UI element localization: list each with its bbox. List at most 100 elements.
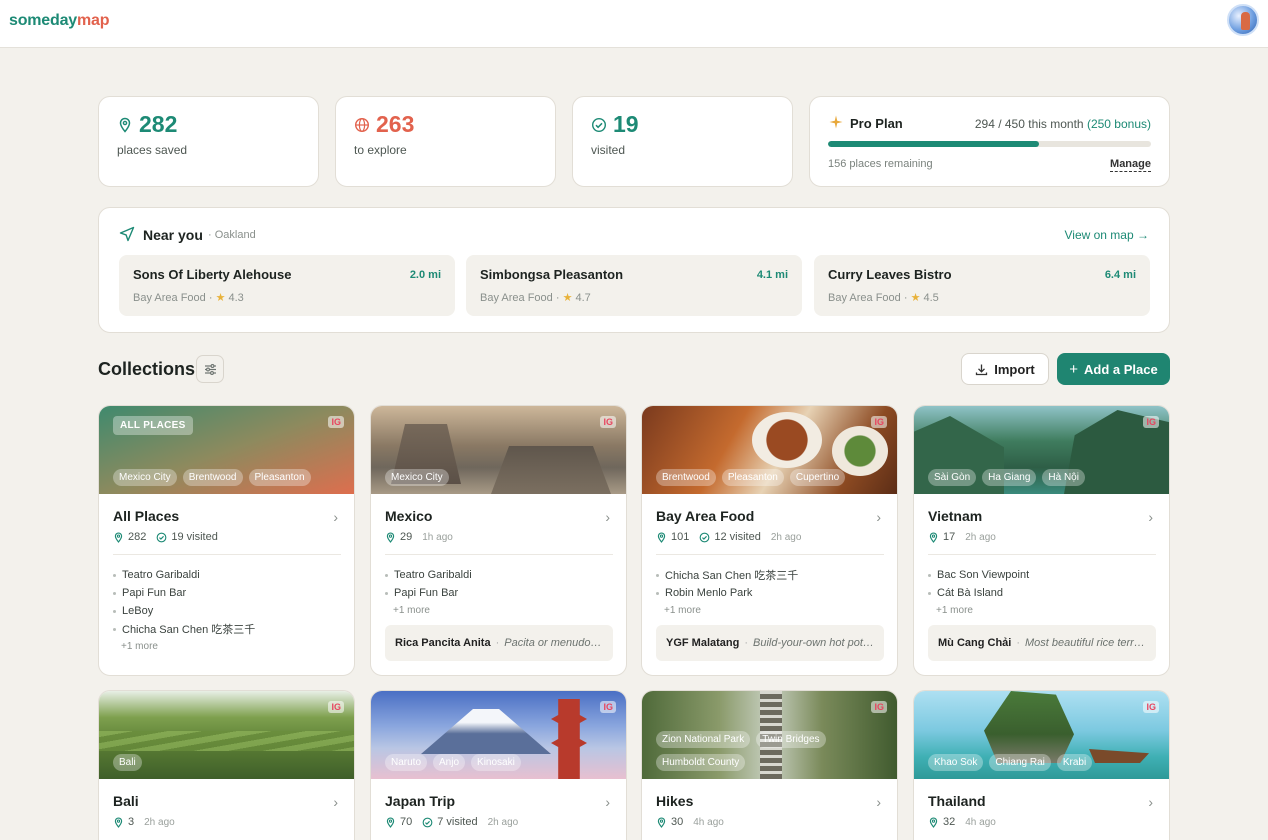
location-tag: Zion National Park xyxy=(656,731,751,748)
map-pin-icon xyxy=(386,531,395,543)
manage-plan-link[interactable]: Manage xyxy=(1110,158,1151,172)
chevron-right-icon: › xyxy=(876,509,881,525)
more-places-link[interactable]: +1 more xyxy=(936,605,973,616)
location-tags: Mexico City xyxy=(385,469,615,486)
place-note[interactable]: Rica Pancita Anita·Pacita or menudo - s.… xyxy=(385,625,613,661)
add-place-button[interactable]: + Add a Place xyxy=(1057,353,1170,385)
collection-count: 282 xyxy=(128,531,147,543)
instagram-badge: IG xyxy=(1143,416,1159,428)
place-list: Chicha San Chen 吃茶三千 Robin Menlo Park xyxy=(656,566,798,602)
place-list-item[interactable]: LeBoy xyxy=(113,602,255,620)
place-list-item[interactable]: Robin Menlo Park xyxy=(656,584,798,602)
collection-cover: IG Mexico City xyxy=(371,406,626,494)
collection-title: Bay Area Food xyxy=(656,508,755,524)
near-you-city: · Oakland xyxy=(208,229,256,241)
note-place: YGF Malatang xyxy=(666,637,740,649)
collection-count: 17 xyxy=(943,531,956,543)
collection-title: Vietnam xyxy=(928,508,983,524)
instagram-badge: IG xyxy=(1143,701,1159,713)
collection-card-bali[interactable]: IG Bali Bali › 3 2h ago xyxy=(98,690,355,840)
collection-count: 3 xyxy=(128,816,135,828)
location-tag: Sài Gòn xyxy=(928,469,977,486)
collection-title: All Places xyxy=(113,508,180,524)
collection-updated: 2h ago xyxy=(144,816,175,828)
collection-card-japan-trip[interactable]: IG Naruto Anjo Kinosaki Japan Trip › 70 … xyxy=(370,690,627,840)
map-pin-icon xyxy=(114,531,123,543)
sparkle-icon xyxy=(829,115,843,129)
plan-progress-bar xyxy=(828,141,1151,147)
collection-meta: 3 2h ago xyxy=(113,816,175,828)
instagram-badge: IG xyxy=(871,701,887,713)
place-list-item[interactable]: Teatro Garibaldi xyxy=(113,566,255,584)
collection-card-thailand[interactable]: IG Khao Sok Chiang Rai Krabi Thailand › … xyxy=(913,690,1170,840)
download-icon xyxy=(976,364,988,375)
view-on-map-link[interactable]: View on map → xyxy=(1065,228,1150,242)
check-circle-icon xyxy=(699,532,710,542)
collection-count: 29 xyxy=(400,531,413,543)
place-list-item[interactable]: Cát Bà Island xyxy=(928,584,1029,602)
place-list: Bac Son Viewpoint Cát Bà Island xyxy=(928,566,1029,602)
collection-card-vietnam[interactable]: IG Sài Gòn Ha Giang Hà Nội Vietnam › 17 … xyxy=(913,405,1170,676)
note-text: Pacita or menudo - s... xyxy=(504,637,603,649)
plan-card: Pro Plan 294 / 450 this month (250 bonus… xyxy=(809,96,1170,187)
collection-meta: 32 4h ago xyxy=(928,816,996,828)
instagram-badge: IG xyxy=(600,701,616,713)
near-place-rating: 4.3 xyxy=(228,292,244,304)
more-places-link[interactable]: +1 more xyxy=(664,605,701,616)
map-pin-icon xyxy=(119,117,131,133)
place-list-item[interactable]: Chicha San Chen 吃茶三千 xyxy=(113,620,255,638)
near-place-name: Simbongsa Pleasanton xyxy=(480,267,624,282)
logo-text-map: map xyxy=(76,12,110,29)
note-text: Build-your-own hot pot ... xyxy=(753,637,874,649)
collection-card-mexico[interactable]: IG Mexico City Mexico › 29 1h ago Teatro… xyxy=(370,405,627,676)
location-tags: Zion National Park Twin Bridges Humboldt… xyxy=(656,731,886,771)
place-list-item[interactable]: Bac Son Viewpoint xyxy=(928,566,1029,584)
instagram-badge: IG xyxy=(871,416,887,428)
logo-text-someday: someday xyxy=(9,12,77,29)
near-place-collection: Bay Area Food · xyxy=(480,292,560,304)
more-places-link[interactable]: +1 more xyxy=(121,641,158,652)
location-tags: Bali xyxy=(113,754,343,771)
near-place-rating: 4.7 xyxy=(575,292,591,304)
place-list-item[interactable]: Papi Fun Bar xyxy=(113,584,255,602)
collection-meta: 29 1h ago xyxy=(385,531,453,543)
top-bar: somedaymap xyxy=(0,0,1268,48)
location-tags: Khao Sok Chiang Rai Krabi xyxy=(928,754,1158,771)
collection-cover: IG Khao Sok Chiang Rai Krabi xyxy=(914,691,1169,779)
plan-bonus: (250 bonus) xyxy=(1086,117,1151,131)
place-list-item[interactable]: Papi Fun Bar xyxy=(385,584,472,602)
location-tag: Anjo xyxy=(433,754,466,771)
more-places-link[interactable]: +1 more xyxy=(393,605,430,616)
place-note[interactable]: YGF Malatang · Build-your-own hot pot ... xyxy=(656,625,884,661)
place-list-item[interactable]: Teatro Garibaldi xyxy=(385,566,472,584)
collection-card-bay-area-food[interactable]: IG Brentwood Pleasanton Cupertino Bay Ar… xyxy=(641,405,898,676)
logo[interactable]: somedaymap xyxy=(9,12,109,30)
location-tag: Krabi xyxy=(1056,754,1093,771)
location-tags: Naruto Anjo Kinosaki xyxy=(385,754,615,771)
near-place-item[interactable]: Curry Leaves Bistro 6.4 mi Bay Area Food… xyxy=(814,255,1150,316)
collection-meta: 101 12 visited 2h ago xyxy=(656,531,801,543)
place-list-item[interactable]: Chicha San Chen 吃茶三千 xyxy=(656,566,798,584)
map-pin-icon xyxy=(657,531,666,543)
chevron-right-icon: › xyxy=(1148,509,1153,525)
location-tag: Brentwood xyxy=(656,469,716,486)
place-note[interactable]: Mù Cang Chải · Most beautiful rice terra..… xyxy=(928,625,1156,661)
all-places-badge: ALL PLACES xyxy=(113,416,193,435)
avatar[interactable] xyxy=(1227,4,1259,36)
collection-meta: 70 7 visited 2h ago xyxy=(385,816,518,828)
near-place-item[interactable]: Simbongsa Pleasanton 4.1 mi Bay Area Foo… xyxy=(466,255,802,316)
collection-cover: IG Zion National Park Twin Bridges Humbo… xyxy=(642,691,897,779)
collection-card-all-places[interactable]: ALL PLACES IG Mexico City Brentwood Plea… xyxy=(98,405,355,676)
near-place-name: Curry Leaves Bistro xyxy=(828,267,952,282)
instagram-badge: IG xyxy=(328,416,344,428)
collection-card-hikes[interactable]: IG Zion National Park Twin Bridges Humbo… xyxy=(641,690,898,840)
navigation-arrow-icon xyxy=(119,226,135,242)
location-tags: Brentwood Pleasanton Cupertino xyxy=(656,469,886,486)
import-button[interactable]: Import xyxy=(961,353,1049,385)
collection-count: 32 xyxy=(943,816,956,828)
collection-title: Bali xyxy=(113,793,139,809)
near-place-item[interactable]: Sons Of Liberty Alehouse 2.0 mi Bay Area… xyxy=(119,255,455,316)
location-tag: Cupertino xyxy=(789,469,846,486)
filter-button[interactable] xyxy=(196,355,224,383)
near-place-meta: Bay Area Food · ★ 4.5 xyxy=(828,291,939,304)
